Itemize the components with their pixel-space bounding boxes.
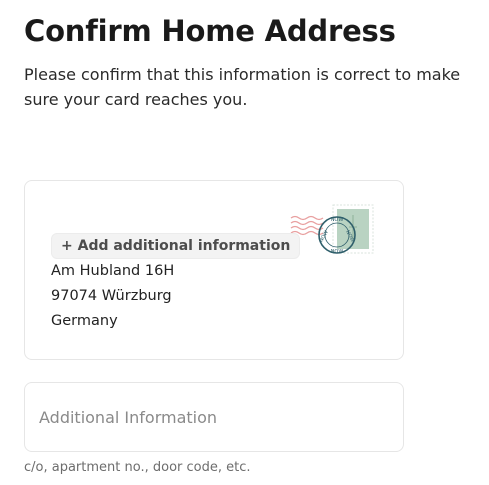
additional-information-input[interactable] — [24, 382, 404, 452]
additional-info-hint: c/o, apartment no., door code, etc. — [24, 460, 251, 475]
airmail-lines — [290, 215, 324, 236]
address-street: Am Hubland 16H — [51, 263, 175, 279]
address-city: 97074 Würzburg — [51, 288, 172, 304]
address-card: NOW NOW NOW NOW + Add additional informa… — [24, 180, 404, 360]
postage-stamp-icon: NOW NOW NOW NOW — [290, 204, 374, 255]
confirm-address-page: Confirm Home Address Please confirm that… — [0, 0, 489, 485]
page-subtitle: Please confirm that this information is … — [24, 65, 461, 109]
address-country: Germany — [51, 313, 118, 329]
add-additional-info-button[interactable]: + Add additional information — [51, 233, 301, 259]
stamp-text-bottom: NOW — [331, 249, 344, 255]
stamp-text-top: NOW — [331, 217, 344, 223]
page-title: Confirm Home Address — [24, 14, 396, 48]
